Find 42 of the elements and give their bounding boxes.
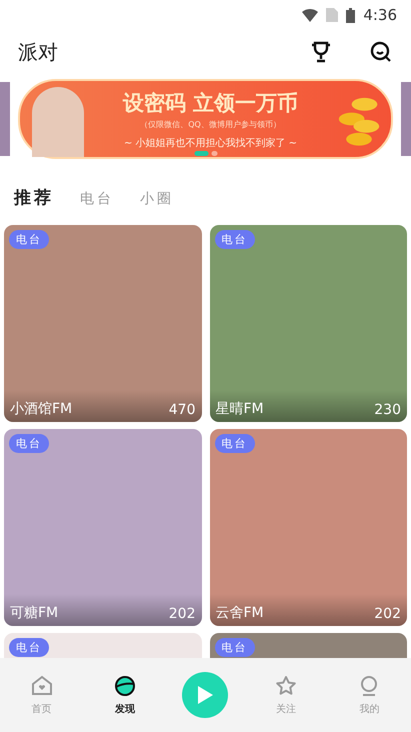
promo-banner[interactable]: 设密码 立领一万币 （仅限微信、QQ、微博用户参与领币） ~ 小姐姐再也不用担心我找不到家了 ~: [18, 79, 393, 159]
radio-card[interactable]: 电台 小酒馆FM 470: [4, 225, 202, 422]
category-tag: 电台: [9, 434, 49, 453]
no-sim-icon: [326, 8, 338, 22]
category-tag: 电台: [214, 230, 254, 249]
search-icon[interactable]: [369, 40, 393, 64]
wifi-icon: [302, 8, 318, 22]
battery-icon: [346, 8, 356, 22]
status-time: 4:36: [363, 6, 397, 24]
category-tab[interactable]: 电台: [80, 190, 114, 208]
page-title: 派对: [18, 38, 59, 66]
radio-card[interactable]: 电台 星晴FM 230: [210, 225, 407, 422]
radio-card[interactable]: 电台: [4, 633, 202, 658]
radio-card[interactable]: 电台 可糖FM 202: [4, 429, 202, 626]
category-tab[interactable]: 推荐: [14, 186, 54, 209]
channel-name: 可糖FM: [10, 604, 58, 622]
nav-tab[interactable]: 关注: [260, 674, 312, 716]
trophy-icon[interactable]: [309, 40, 333, 64]
radio-card[interactable]: 电台: [210, 633, 407, 658]
nav-tab[interactable]: 发现: [99, 674, 152, 716]
banner-note: （仅限微信、QQ、微博用户参与领币）: [140, 118, 281, 130]
planet-icon: [113, 674, 138, 698]
banner-headline: 设密码 立领一万币: [122, 90, 298, 116]
category-tag: 电台: [214, 434, 254, 453]
listener-count: 202: [168, 606, 196, 622]
channel-name: 星晴FM: [216, 400, 264, 418]
nav-tab[interactable]: 我的: [343, 674, 396, 716]
home-icon: [30, 674, 54, 698]
channel-name: 云舍FM: [216, 604, 264, 622]
category-tag: 电台: [9, 230, 49, 249]
category-tag: 电台: [9, 638, 49, 657]
category-tag: 电台: [214, 638, 254, 657]
nav-tab[interactable]: 首页: [16, 674, 68, 716]
banner-slogan: ~ 小姐姐再也不用担心我找不到家了 ~: [124, 136, 298, 150]
category-tab[interactable]: 小圈: [140, 190, 174, 208]
listener-count: 202: [374, 606, 401, 622]
listener-count: 230: [374, 402, 401, 418]
listener-count: 470: [168, 402, 196, 418]
play-icon: [196, 685, 214, 705]
radio-card[interactable]: 电台 云舍FM 202: [210, 429, 407, 626]
photo-placeholder: [32, 87, 84, 157]
channel-name: 小酒馆FM: [10, 400, 72, 418]
